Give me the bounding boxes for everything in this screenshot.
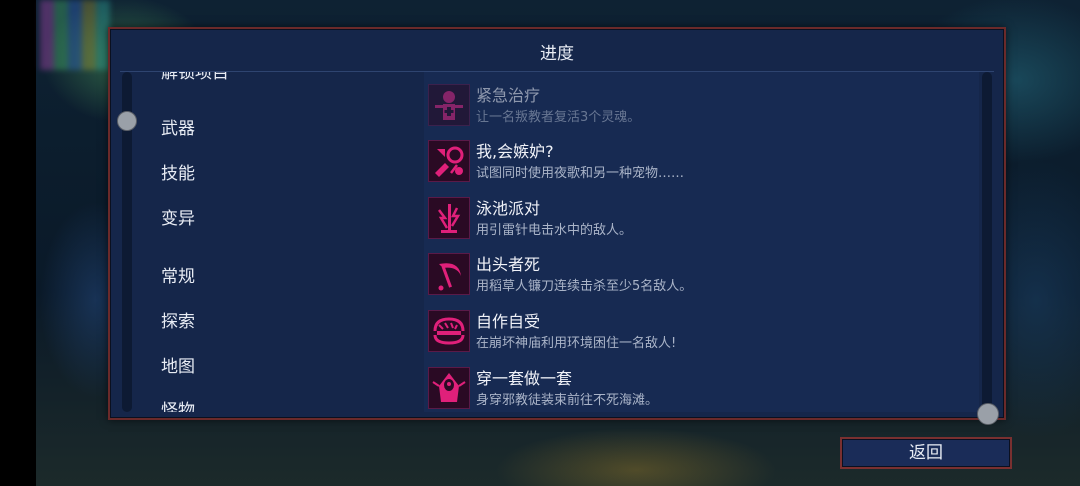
- achievement-row[interactable]: 自作自受 在崩坏神庙利用环境困住一名敌人!: [428, 310, 968, 356]
- achievement-row[interactable]: 我,会嫉妒? 试图同时使用夜歌和另一种宠物……: [428, 140, 968, 186]
- category-item-exploration[interactable]: 探索: [161, 307, 195, 332]
- achievement-row[interactable]: 穿一套做一套 身穿邪教徒装束前往不死海滩。: [428, 367, 968, 413]
- achievement-description: 在崩坏神庙利用环境困住一名敌人!: [476, 336, 677, 351]
- achievement-title: 出头者死: [476, 255, 541, 274]
- lightning-rod-icon: [428, 197, 470, 239]
- dialog-title: 进度: [540, 44, 574, 64]
- achievement-description: 让一名叛教者复活3个灵魂。: [476, 110, 641, 125]
- back-button[interactable]: 返回: [840, 437, 1012, 469]
- background-pixel-art: [40, 0, 110, 70]
- achievement-title: 泳池派对: [476, 199, 541, 218]
- cultist-icon: [428, 367, 470, 409]
- achievement-row[interactable]: 泳池派对 用引雷针电击水中的敌人。: [428, 197, 968, 243]
- achievement-description: 身穿邪教徒装束前往不死海滩。: [476, 393, 659, 408]
- category-item-weapons[interactable]: 武器: [161, 114, 195, 139]
- achievement-scrollbar-track[interactable]: [982, 72, 992, 412]
- achievement-title: 自作自受: [476, 312, 541, 331]
- scythe-icon: [428, 253, 470, 295]
- category-item-general[interactable]: 常规: [161, 262, 195, 287]
- achievement-title: 穿一套做一套: [476, 369, 573, 388]
- category-scrollbar-thumb[interactable]: [117, 111, 137, 131]
- achievement-row[interactable]: 出头者死 用稻草人镰刀连续击杀至少5名敌人。: [428, 253, 968, 299]
- pets-icon: [428, 140, 470, 182]
- achievement-row[interactable]: 紧急治疗 让一名叛教者复活3个灵魂。: [428, 84, 968, 130]
- achievement-description: 用引雷针电击水中的敌人。: [476, 223, 633, 238]
- category-item-mutations[interactable]: 变异: [161, 204, 195, 229]
- achievement-description: 用稻草人镰刀连续击杀至少5名敌人。: [476, 279, 693, 294]
- achievement-scrollbar-thumb[interactable]: [977, 403, 999, 425]
- left-black-strip: [0, 0, 36, 486]
- achievement-description: 试图同时使用夜歌和另一种宠物……: [476, 166, 685, 181]
- category-item-monsters[interactable]: 怪物: [161, 396, 195, 412]
- category-item-maps[interactable]: 地图: [161, 352, 195, 377]
- achievement-title: 紧急治疗: [476, 86, 541, 105]
- nurse-icon: [428, 84, 470, 126]
- achievement-title: 我,会嫉妒?: [476, 142, 554, 161]
- category-item-skills[interactable]: 技能: [161, 159, 195, 184]
- trap-icon: [428, 310, 470, 352]
